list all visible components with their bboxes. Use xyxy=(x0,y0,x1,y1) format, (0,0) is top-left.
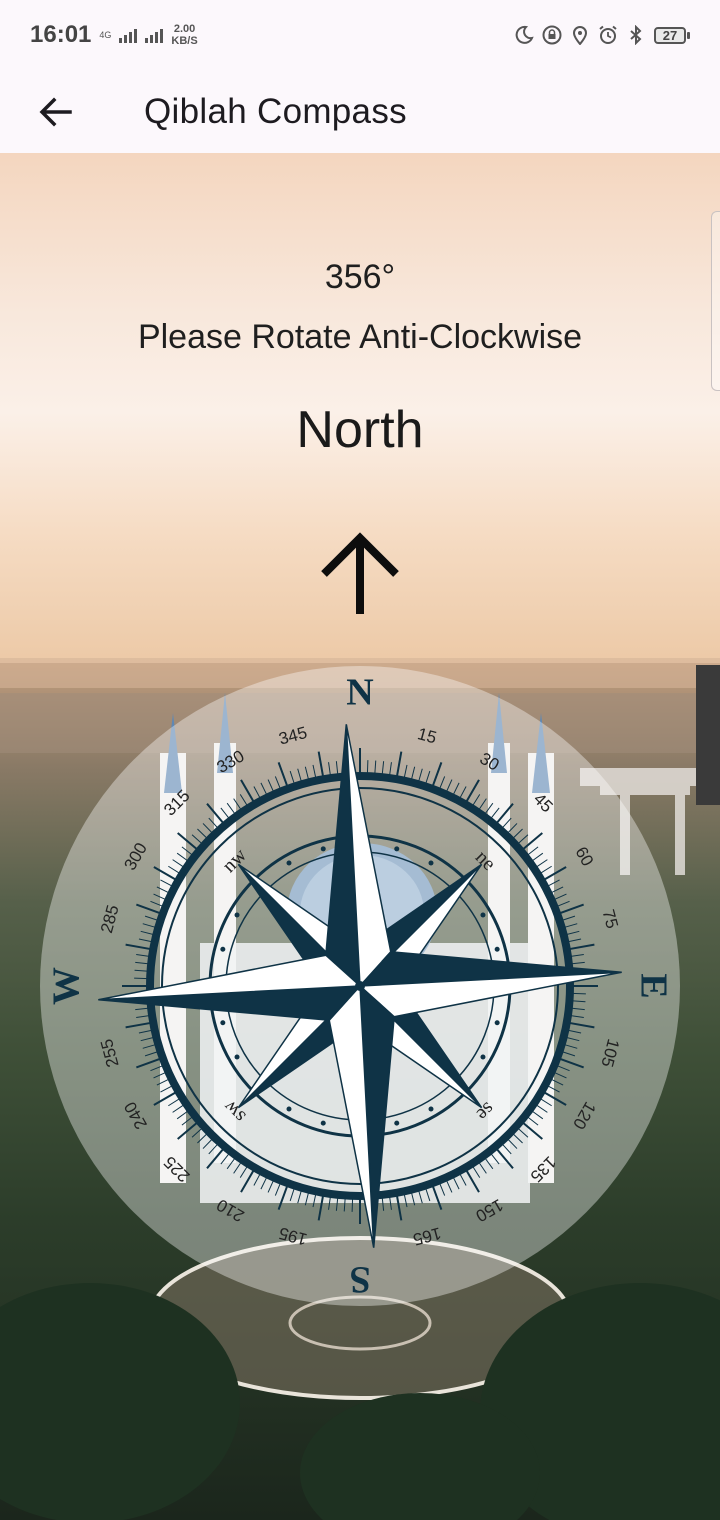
compass-dot xyxy=(480,1054,486,1060)
compass-dot xyxy=(428,860,434,866)
alarm-icon xyxy=(598,25,618,45)
network-type: 4G xyxy=(99,30,112,40)
compass-dot xyxy=(320,846,326,852)
status-left: 16:01 4G 2.00 KB/S xyxy=(30,21,198,49)
signal-icon xyxy=(119,27,138,43)
compass-dot xyxy=(394,846,400,852)
speed-value: 2.00 xyxy=(173,23,196,35)
cardinal-label-s: S xyxy=(349,1258,370,1300)
status-bar: 16:01 4G 2.00 KB/S 27 xyxy=(0,0,720,70)
compass-dot xyxy=(220,1020,226,1026)
cardinal-label-w: W xyxy=(46,967,88,1005)
compass-dot xyxy=(494,946,500,952)
compass-dot xyxy=(286,1106,292,1112)
qiblah-degree: 356° xyxy=(324,258,396,296)
direction-label: North xyxy=(296,401,424,459)
compass-dot xyxy=(394,1120,400,1126)
scroll-indicator[interactable] xyxy=(711,211,720,391)
battery-icon: 27 xyxy=(654,26,690,44)
compass-dot xyxy=(428,1106,434,1112)
compass-dot xyxy=(480,912,486,918)
arrow-left-icon xyxy=(39,97,72,126)
compass-dot xyxy=(320,1120,326,1126)
status-right: 27 xyxy=(514,25,690,45)
needle-pivot xyxy=(355,981,365,991)
network-speed: 2.00 KB/S xyxy=(171,23,197,47)
rotate-instruction: Please Rotate Anti-Clockwise xyxy=(137,318,583,356)
compass-dial: 1530456075105120135150165195210225240255… xyxy=(40,666,680,1306)
bluetooth-icon xyxy=(626,25,646,45)
compass-dot xyxy=(234,1054,240,1060)
cardinal-label-e: E xyxy=(632,973,674,998)
app-bar: Qiblah Compass xyxy=(0,70,720,153)
compass-dot xyxy=(286,860,292,866)
clock: 16:01 xyxy=(30,21,92,48)
speed-unit: KB/S xyxy=(171,35,198,47)
signal-icon-2 xyxy=(145,27,164,43)
compass-dot xyxy=(220,946,226,952)
battery-level: 27 xyxy=(654,26,686,44)
moon-icon xyxy=(514,25,534,45)
compass-dot xyxy=(234,912,240,918)
compass-dot xyxy=(494,1020,500,1026)
location-icon xyxy=(570,25,590,45)
page-title: Qiblah Compass xyxy=(144,91,407,131)
lock-icon xyxy=(542,25,562,45)
arrow-up-icon xyxy=(321,532,399,614)
back-button[interactable] xyxy=(28,84,84,140)
cardinal-label-n: N xyxy=(346,672,373,714)
